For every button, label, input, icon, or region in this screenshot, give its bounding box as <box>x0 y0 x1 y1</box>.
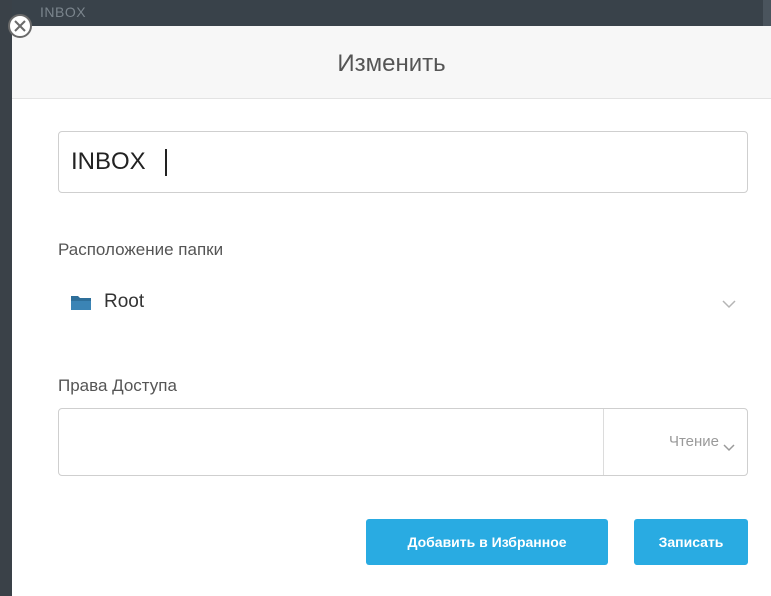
save-button[interactable]: Записать <box>634 519 748 565</box>
edit-folder-dialog: Изменить Расположение папки Root Права Д… <box>12 26 771 596</box>
folder-icon <box>70 293 92 316</box>
access-user-input[interactable] <box>59 409 603 475</box>
folder-location-label: Расположение папки <box>58 240 224 259</box>
chevron-down-icon <box>722 296 736 314</box>
dialog-header: Изменить <box>12 26 771 99</box>
permission-value: Чтение <box>668 433 719 450</box>
text-caret <box>165 149 167 176</box>
folder-location-select[interactable]: Root <box>58 279 748 325</box>
add-to-favorites-button[interactable]: Добавить в Избранное <box>366 519 608 565</box>
access-rights-label: Права Доступа <box>58 376 177 395</box>
backdrop-top <box>0 0 771 26</box>
dialog-title: Изменить <box>337 50 446 77</box>
backdrop-top-right <box>763 0 771 26</box>
chevron-down-icon <box>723 439 735 457</box>
close-icon <box>14 20 26 32</box>
access-rights-group: Чтение <box>58 408 748 476</box>
folder-location-value: Root <box>104 291 145 312</box>
backdrop-left <box>0 0 12 596</box>
permission-select[interactable]: Чтение <box>604 409 747 475</box>
folder-name-input[interactable] <box>58 131 748 193</box>
close-button[interactable] <box>8 14 32 38</box>
backdrop-window-title: INBOX <box>40 4 87 20</box>
